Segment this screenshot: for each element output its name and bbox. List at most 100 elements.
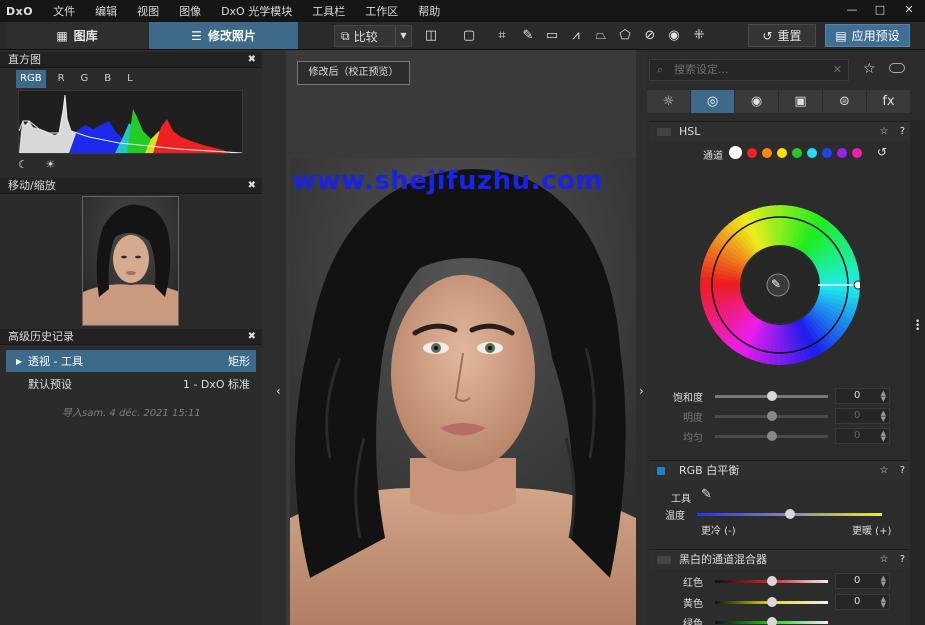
slider-value[interactable]: 0 ▲ ▼ xyxy=(835,408,890,424)
slider-track[interactable] xyxy=(715,575,828,586)
spin-arrows-icon[interactable]: ▲ ▼ xyxy=(881,575,886,588)
slider-value[interactable]: 0 ▲ ▼ xyxy=(835,594,890,610)
temperature-slider[interactable]: 温度 xyxy=(639,504,899,524)
saturation-slider[interactable]: 饱和度 0 ▲ ▼ xyxy=(649,386,909,406)
slider-track[interactable] xyxy=(715,430,828,441)
slider-track[interactable] xyxy=(715,390,828,401)
red-mix-slider[interactable]: 红色 0 ▲ ▼ xyxy=(649,571,909,591)
chevron-right-icon[interactable]: › xyxy=(639,384,644,398)
slider-knob[interactable] xyxy=(766,575,777,586)
local-adjust-icon[interactable]: ⁜ xyxy=(689,26,709,46)
wb-eyedropper-icon[interactable]: ✎ xyxy=(701,487,712,502)
channel-color-swatch[interactable] xyxy=(747,148,757,158)
channel-r[interactable]: R xyxy=(54,70,69,88)
channel-color-swatch[interactable] xyxy=(837,148,847,158)
menu-file[interactable]: 文件 xyxy=(43,3,85,19)
slider-track[interactable] xyxy=(697,508,882,519)
tab-customize[interactable]: ☰ 修改照片 xyxy=(149,22,298,49)
navigator-thumbnail[interactable] xyxy=(82,196,179,326)
main-photo[interactable] xyxy=(290,158,636,625)
chevron-left-icon[interactable]: ‹ xyxy=(276,384,281,398)
slider-track[interactable] xyxy=(715,616,828,625)
menu-view[interactable]: 视图 xyxy=(127,3,169,19)
horizon-icon[interactable]: ▭ xyxy=(542,26,562,46)
tab-local[interactable]: ⊜ xyxy=(823,90,866,113)
tab-detail[interactable]: ◉ xyxy=(735,90,778,113)
star-icon[interactable]: ☆ xyxy=(880,465,889,476)
reset-button[interactable]: ↺ 重置 xyxy=(748,24,816,47)
compare-button[interactable]: ⧉ 比较 ▼ xyxy=(334,25,412,47)
menu-help[interactable]: 帮助 xyxy=(408,3,450,19)
channel-color-swatch[interactable] xyxy=(777,148,787,158)
reset-channel-icon[interactable]: ↺ xyxy=(877,145,887,159)
eye-icon[interactable]: ◉ xyxy=(664,26,684,46)
channel-color-swatch[interactable] xyxy=(807,148,817,158)
slider-knob[interactable] xyxy=(766,390,777,401)
perspective-icon[interactable]: ⩘ xyxy=(566,26,586,46)
star-icon[interactable]: ☆ xyxy=(880,126,889,137)
channel-l[interactable]: L xyxy=(123,70,137,88)
shadow-clip-icon[interactable]: ☾ xyxy=(18,158,28,171)
uniformity-slider[interactable]: 均匀 0 ▲ ▼ xyxy=(649,426,909,446)
tab-light[interactable]: ☼ xyxy=(647,90,690,113)
menu-image[interactable]: 图像 xyxy=(169,3,211,19)
tab-effects[interactable]: fx xyxy=(867,90,910,113)
right-panel-scrollbar[interactable]: • • • xyxy=(910,120,925,625)
channel-b[interactable]: B xyxy=(100,70,115,88)
channel-g[interactable]: G xyxy=(77,70,93,88)
menu-toolbars[interactable]: 工具栏 xyxy=(302,3,355,19)
help-icon[interactable]: ? xyxy=(900,126,905,137)
channel-rgb[interactable]: RGB xyxy=(16,70,46,88)
tab-library[interactable]: ▦ 图库 xyxy=(6,22,148,49)
hsl-section-header[interactable]: HSL ☆ ? xyxy=(649,121,909,141)
eyedropper-icon[interactable]: ✎ xyxy=(771,277,781,291)
help-icon[interactable]: ? xyxy=(900,554,905,565)
yellow-mix-slider[interactable]: 黄色 0 ▲ ▼ xyxy=(649,592,909,612)
channel-color-swatch[interactable] xyxy=(762,148,772,158)
channel-color-swatch[interactable] xyxy=(729,146,742,159)
hsl-toggle[interactable] xyxy=(657,128,671,136)
split-view-icon[interactable]: ◫ xyxy=(421,26,441,46)
left-collapse-strip[interactable] xyxy=(262,50,286,625)
perspective-rect-icon[interactable]: ⏢ xyxy=(591,26,611,46)
bw-mixer-section-header[interactable]: 黑白的通道混合器 ☆ ? xyxy=(649,549,909,569)
clear-search-icon[interactable]: ✕ xyxy=(833,60,842,80)
slider-knob[interactable] xyxy=(766,616,777,625)
straighten-icon[interactable]: ▢ xyxy=(459,26,479,46)
star-icon[interactable]: ☆ xyxy=(880,554,889,565)
slider-value[interactable]: 0 ▲ ▼ xyxy=(835,573,890,589)
slider-knob[interactable] xyxy=(766,596,777,607)
favorites-star-icon[interactable]: ☆ xyxy=(863,61,876,77)
channel-color-swatch[interactable] xyxy=(792,148,802,158)
apply-preset-button[interactable]: ▤ 应用预设 xyxy=(825,24,910,47)
history-item[interactable]: ▶ 透视 - 工具 矩形 xyxy=(6,350,256,372)
white-balance-section-header[interactable]: RGB 白平衡 ☆ ? xyxy=(649,460,909,480)
tab-geometry[interactable]: ▣ xyxy=(779,90,822,113)
close-window-button[interactable]: ✕ xyxy=(895,0,923,22)
highlight-clip-icon[interactable]: ☀ xyxy=(45,158,55,171)
crop-icon[interactable]: ⌗ xyxy=(492,26,512,46)
close-icon[interactable]: ✖ xyxy=(248,52,256,68)
white-balance-toggle[interactable] xyxy=(657,467,665,475)
spin-arrows-icon[interactable]: ▲ ▼ xyxy=(881,430,886,443)
repair-icon[interactable]: ⊘ xyxy=(640,26,660,46)
menu-optics-modules[interactable]: DxO 光学模块 xyxy=(211,3,302,19)
perspective-8pt-icon[interactable]: ⬠ xyxy=(615,26,635,46)
minimize-button[interactable]: — xyxy=(838,0,866,22)
toggle-icon[interactable] xyxy=(889,63,905,73)
right-collapse-strip[interactable] xyxy=(636,50,647,625)
menu-workspace[interactable]: 工作区 xyxy=(355,3,408,19)
menu-edit[interactable]: 编辑 xyxy=(85,3,127,19)
slider-track[interactable] xyxy=(715,596,828,607)
slider-track[interactable] xyxy=(715,410,828,421)
tab-color[interactable]: ◎ xyxy=(691,90,734,113)
eyedropper-icon[interactable]: ✎ xyxy=(518,26,538,46)
history-item[interactable]: 默认预设 1 - DxO 标准 xyxy=(6,373,256,395)
slider-value[interactable]: 0 ▲ ▼ xyxy=(835,428,890,444)
maximize-button[interactable]: □ xyxy=(866,0,894,22)
green-mix-slider[interactable]: 绿色 xyxy=(649,612,909,625)
slider-knob[interactable] xyxy=(766,430,777,441)
slider-knob[interactable] xyxy=(766,410,777,421)
hue-color-wheel[interactable]: ✎ xyxy=(700,205,863,365)
spin-arrows-icon[interactable]: ▲ ▼ xyxy=(881,390,886,403)
